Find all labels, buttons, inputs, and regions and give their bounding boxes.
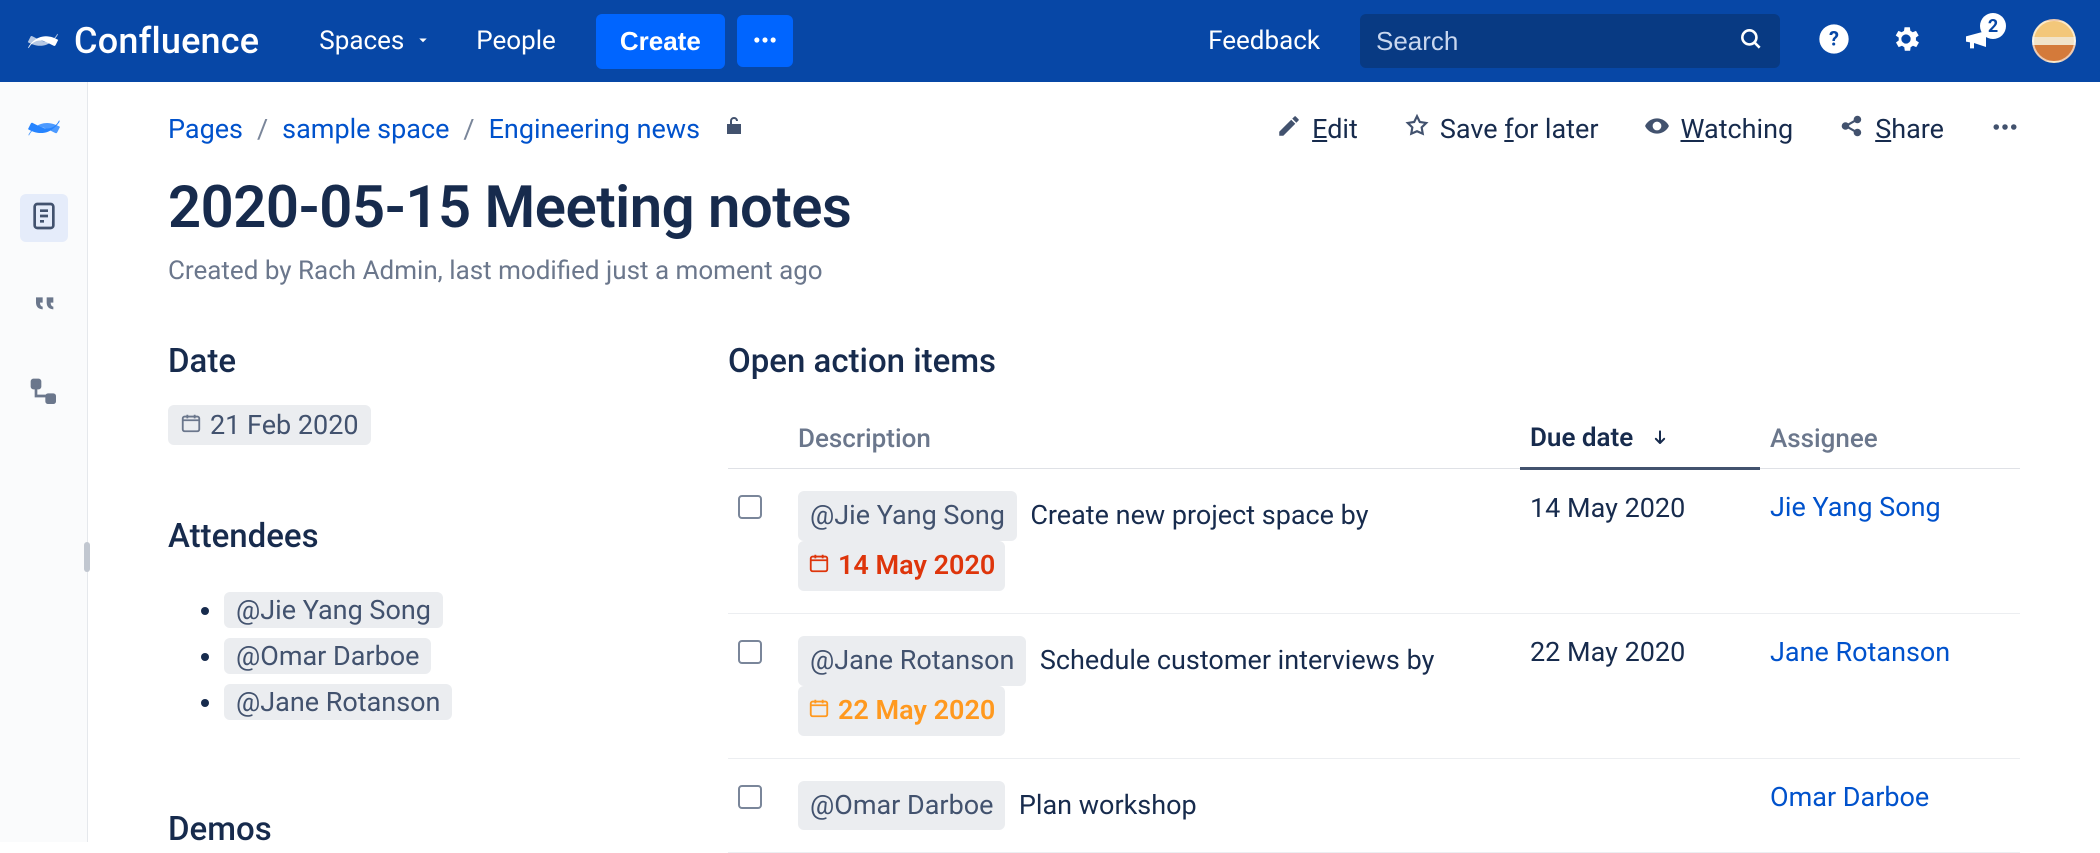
task-checkbox[interactable] <box>738 640 762 664</box>
eye-icon <box>1644 113 1670 146</box>
inline-date-chip[interactable]: 22 May 2020 <box>798 686 1005 736</box>
watching-button[interactable]: Watching <box>1644 113 1793 146</box>
mention-pill[interactable]: @Omar Darboe <box>798 781 1005 831</box>
cell-due-date: 14 May 2020 <box>1520 469 1760 614</box>
share-button[interactable]: Share <box>1839 113 1944 146</box>
section-attendees-heading: Attendees <box>168 517 648 556</box>
more-horizontal-icon <box>1990 127 2020 146</box>
save-for-later-button[interactable]: Save for later <box>1404 113 1599 146</box>
col-assignee[interactable]: Assignee <box>1760 409 2020 469</box>
col-description[interactable]: Description <box>788 409 1520 469</box>
page-title: 2020-05-15 Meeting notes <box>168 174 2020 242</box>
assignee-link[interactable]: Jane Rotanson <box>1770 636 1950 668</box>
attendee-item: @Jie Yang Song <box>224 592 648 628</box>
breadcrumb-parent[interactable]: Engineering news <box>489 113 700 145</box>
rail-space-logo[interactable] <box>20 106 68 154</box>
confluence-logo-icon <box>24 22 62 60</box>
rail-tree[interactable] <box>20 370 68 418</box>
mention-pill[interactable]: @Omar Darboe <box>224 638 431 674</box>
calendar-icon <box>808 543 830 589</box>
sidebar-resize-handle[interactable] <box>84 542 90 572</box>
gear-icon <box>1890 23 1922 59</box>
nav-people[interactable]: People <box>472 20 560 62</box>
unlock-icon <box>714 113 746 145</box>
calendar-icon <box>808 688 830 734</box>
page-icon <box>28 200 60 236</box>
breadcrumb: Pages / sample space / Engineering news <box>168 113 746 145</box>
arrow-down-icon <box>1640 423 1670 453</box>
breadcrumb-space[interactable]: sample space <box>282 113 449 145</box>
nav-people-label: People <box>476 26 556 56</box>
section-date-heading: Date <box>168 342 648 381</box>
mention-pill[interactable]: @Jane Rotanson <box>224 684 452 720</box>
table-row: @Jie Yang Song Create new project space … <box>728 469 2020 614</box>
help-icon: ? <box>1818 23 1850 59</box>
assignee-link[interactable]: Omar Darboe <box>1770 781 1929 813</box>
create-more-button[interactable] <box>737 15 793 67</box>
action-items-table: Description Due date Assignee @Jie Yang … <box>728 409 2020 853</box>
page-tree-icon <box>28 376 60 412</box>
search-icon <box>1738 26 1764 56</box>
app-logo[interactable]: Confluence <box>24 20 259 62</box>
breadcrumb-sep: / <box>463 113 474 145</box>
calendar-icon <box>180 409 202 441</box>
table-row: @Jane Rotanson Schedule customer intervi… <box>728 613 2020 758</box>
breadcrumb-sep: / <box>257 113 268 145</box>
date-chip[interactable]: 21 Feb 2020 <box>168 405 371 445</box>
page-main: Pages / sample space / Engineering news … <box>88 82 2100 842</box>
assignee-link[interactable]: Jie Yang Song <box>1770 491 1941 523</box>
inline-date-chip[interactable]: 14 May 2020 <box>798 541 1005 591</box>
task-checkbox[interactable] <box>738 785 762 809</box>
date-chip-text: 21 Feb 2020 <box>210 409 359 441</box>
section-open-actions-heading: Open action items <box>728 342 2020 381</box>
page-actions: Edit Save for later Watching <box>1276 112 2020 146</box>
global-nav: Confluence Spaces People Create Feedback… <box>0 0 2100 82</box>
quote-icon <box>28 288 60 324</box>
confluence-mini-icon <box>24 108 64 152</box>
task-checkbox[interactable] <box>738 495 762 519</box>
attendee-item: @Jane Rotanson <box>224 684 648 720</box>
section-demos-heading: Demos <box>168 810 648 849</box>
global-search[interactable] <box>1360 14 1780 68</box>
share-icon <box>1839 113 1865 146</box>
star-icon <box>1404 113 1430 146</box>
nav-spaces[interactable]: Spaces <box>315 20 436 62</box>
feedback-label: Feedback <box>1208 26 1320 56</box>
edit-button[interactable]: Edit <box>1276 113 1358 146</box>
profile-avatar[interactable] <box>2032 19 2076 63</box>
space-rail <box>0 82 88 842</box>
more-horizontal-icon <box>751 26 779 57</box>
search-input[interactable] <box>1376 26 1722 57</box>
chevron-down-icon <box>414 26 432 56</box>
col-due-date[interactable]: Due date <box>1520 409 1760 469</box>
cell-due-date: 22 May 2020 <box>1520 613 1760 758</box>
restrictions-button[interactable] <box>714 113 746 145</box>
notification-badge: 2 <box>1980 13 2006 39</box>
mention-pill[interactable]: @Jie Yang Song <box>224 592 443 628</box>
svg-text:?: ? <box>1829 27 1839 51</box>
notifications-button[interactable]: 2 <box>1960 23 1996 59</box>
feedback-link[interactable]: Feedback <box>1204 20 1324 62</box>
rail-blog[interactable] <box>20 282 68 330</box>
app-name: Confluence <box>74 20 259 62</box>
rail-pages[interactable] <box>20 194 68 242</box>
nav-spaces-label: Spaces <box>319 26 404 56</box>
create-button[interactable]: Create <box>596 14 725 69</box>
page-meta: Created by Rach Admin, last modified jus… <box>168 256 2020 286</box>
pencil-icon <box>1276 113 1302 146</box>
table-row: @Omar Darboe Plan workshopOmar Darboe <box>728 758 2020 853</box>
settings-button[interactable] <box>1888 23 1924 59</box>
cell-due-date <box>1520 758 1760 853</box>
page-more-actions[interactable] <box>1990 112 2020 146</box>
attendees-list: @Jie Yang Song @Omar Darboe @Jane Rotans… <box>168 582 648 730</box>
help-button[interactable]: ? <box>1816 23 1852 59</box>
mention-pill[interactable]: @Jane Rotanson <box>798 636 1026 686</box>
attendee-item: @Omar Darboe <box>224 638 648 674</box>
breadcrumb-pages[interactable]: Pages <box>168 113 243 145</box>
mention-pill[interactable]: @Jie Yang Song <box>798 491 1017 541</box>
